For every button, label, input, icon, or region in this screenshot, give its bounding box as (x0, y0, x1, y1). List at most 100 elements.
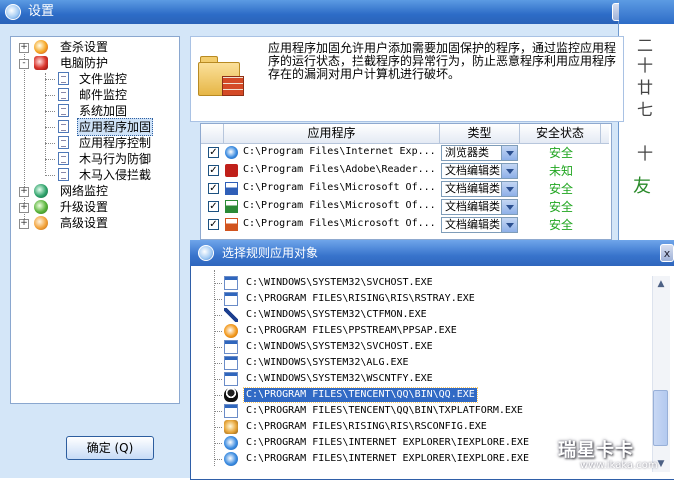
pdf-icon (225, 164, 238, 177)
list-item[interactable]: C:\PROGRAM FILES\RISING\RIS\RSTRAY.EXE (200, 291, 652, 307)
ie-icon (224, 436, 238, 450)
background-char: 十 (637, 144, 654, 163)
list-item[interactable]: C:\WINDOWS\SYSTEM32\WSCNTFY.EXE (200, 371, 652, 387)
window-title: 设置 (28, 4, 55, 19)
tree-guide-line (45, 73, 46, 173)
chevron-down-icon[interactable] (501, 218, 517, 232)
site-watermark: 瑞星卡卡 www.ikaka.com (558, 436, 670, 474)
tree-guide-line (45, 111, 55, 112)
tree-guide-line (45, 175, 55, 176)
background-char: 廿 (637, 78, 654, 97)
type-select[interactable]: 文档编辑类 (441, 199, 518, 215)
list-item[interactable]: C:\WINDOWS\SYSTEM32\CTFMON.EXE (200, 307, 652, 323)
process-path: C:\PROGRAM FILES\TENCENT\QQ\BIN\TXPLATFO… (246, 405, 523, 416)
process-path: C:\WINDOWS\SYSTEM32\SVCHOST.EXE (246, 277, 433, 288)
dialog-titlebar[interactable]: 选择规则应用对象 x (190, 240, 674, 266)
list-item[interactable]: C:\WINDOWS\SYSTEM32\SVCHOST.EXE (200, 339, 652, 355)
tree-guide-line (45, 79, 55, 80)
process-path: C:\PROGRAM FILES\INTERNET EXPLORER\IEXPL… (246, 437, 529, 448)
app-logo-icon (5, 4, 21, 20)
app-checkbox[interactable]: ✓ (208, 165, 219, 176)
word-icon (225, 182, 238, 195)
watermark-brand: 瑞星卡卡 (558, 440, 634, 461)
settings-tree[interactable]: + 查杀设置 - 电脑防护 文件监控 邮件监控 系统加固 应用程序加固 应用程序… (10, 36, 180, 404)
background-char: 友 (633, 176, 651, 197)
app-checkbox[interactable]: ✓ (208, 183, 219, 194)
tree-guide-line (214, 443, 222, 444)
computer-shield-icon (34, 56, 48, 70)
window-icon (224, 292, 238, 306)
tree-guide-line (214, 395, 222, 396)
dialog-close-button[interactable]: x (660, 244, 674, 262)
list-item[interactable]: C:\PROGRAM FILES\RISING\RIS\RSCONFIG.EXE (200, 419, 652, 435)
type-select[interactable]: 文档编辑类 (441, 217, 518, 233)
protected-apps-grid[interactable]: 应用程序 类型 安全状态 ✓ C:\Program Files\Internet… (200, 123, 612, 240)
type-select-value: 文档编辑类 (445, 218, 500, 231)
ppt-icon (225, 218, 238, 231)
app-path: C:\Program Files\Microsoft Of... (243, 182, 436, 193)
tree-guide-line (45, 159, 55, 160)
process-path: C:\PROGRAM FILES\PPSTREAM\PPSAP.EXE (246, 325, 457, 336)
background-window-titlebar (619, 0, 674, 24)
expand-toggle[interactable]: + (19, 187, 29, 197)
chevron-down-icon[interactable] (501, 200, 517, 214)
ok-button[interactable]: 确定 (Q) (66, 436, 154, 460)
process-path: C:\WINDOWS\SYSTEM32\SVCHOST.EXE (246, 341, 433, 352)
chevron-down-icon[interactable] (501, 146, 517, 160)
tree-item-label: 系统加固 (79, 104, 128, 118)
process-path: C:\PROGRAM FILES\INTERNET EXPLORER\IEXPL… (246, 453, 529, 464)
list-item[interactable]: C:\WINDOWS\SYSTEM32\ALG.EXE (200, 355, 652, 371)
ie-icon (224, 452, 238, 466)
tree-guide-line (45, 95, 55, 96)
app-checkbox[interactable]: ✓ (208, 201, 219, 212)
gear-icon (34, 216, 48, 230)
type-select-value: 文档编辑类 (445, 182, 500, 195)
type-select[interactable]: 文档编辑类 (441, 181, 518, 197)
tree-guide-line (214, 363, 222, 364)
expand-toggle[interactable]: + (19, 43, 29, 53)
tree-guide-line (214, 315, 222, 316)
expand-toggle[interactable]: + (19, 219, 29, 229)
list-item[interactable]: C:\PROGRAM FILES\PPSTREAM\PPSAP.EXE (200, 323, 652, 339)
security-state: 未知 (548, 164, 573, 178)
table-row[interactable]: ✓ C:\Program Files\Microsoft Of... 文档编辑类… (201, 216, 609, 234)
app-checkbox[interactable]: ✓ (208, 147, 219, 158)
chevron-down-icon[interactable] (501, 164, 517, 178)
table-row[interactable]: ✓ C:\Program Files\Microsoft Of... 文档编辑类… (201, 180, 609, 198)
grid-header-filler (601, 124, 609, 144)
security-state: 安全 (548, 182, 573, 196)
tree-guide-line (214, 347, 222, 348)
type-select-value: 浏览器类 (445, 146, 489, 159)
document-icon (58, 168, 69, 181)
tree-item-label: 查杀设置 (60, 40, 109, 54)
process-path: C:\WINDOWS\SYSTEM32\CTFMON.EXE (246, 309, 427, 320)
collapse-toggle[interactable]: - (19, 59, 29, 69)
scroll-up-icon[interactable]: ▲ (653, 276, 669, 292)
chevron-down-icon[interactable] (501, 182, 517, 196)
table-row[interactable]: ✓ C:\Program Files\Adobe\Reader... 文档编辑类… (201, 162, 609, 180)
settings-titlebar[interactable]: 设置 x (0, 0, 634, 24)
tree-item-label-selected: 应用程序加固 (77, 118, 154, 136)
ie-icon (225, 146, 238, 159)
grid-header-type[interactable]: 类型 (440, 124, 520, 144)
tree-guide-line (45, 143, 55, 144)
list-item-selected[interactable]: C:\PROGRAM FILES\TENCENT\QQ\BIN\QQ.EXE (200, 387, 652, 403)
tree-guide-line (214, 379, 222, 380)
app-path: C:\Program Files\Microsoft Of... (243, 200, 436, 211)
tree-item-label: 木马行为防御 (79, 152, 152, 166)
excel-icon (225, 200, 238, 213)
table-row[interactable]: ✓ C:\Program Files\Microsoft Of... 文档编辑类… (201, 198, 609, 216)
tree-item-label: 升级设置 (60, 200, 109, 214)
type-select[interactable]: 浏览器类 (441, 145, 518, 161)
list-item[interactable]: C:\WINDOWS\SYSTEM32\SVCHOST.EXE (200, 275, 652, 291)
table-row[interactable]: ✓ C:\Program Files\Internet Exp... 浏览器类 … (201, 144, 609, 162)
grid-header-state[interactable]: 安全状态 (520, 124, 601, 144)
pen-icon (224, 308, 238, 322)
type-select[interactable]: 文档编辑类 (441, 163, 518, 179)
window-icon (224, 340, 238, 354)
process-path: C:\WINDOWS\SYSTEM32\WSCNTFY.EXE (246, 373, 433, 384)
app-checkbox[interactable]: ✓ (208, 219, 219, 230)
grid-header-app[interactable]: 应用程序 (224, 124, 440, 144)
expand-toggle[interactable]: + (19, 203, 29, 213)
list-item[interactable]: C:\PROGRAM FILES\TENCENT\QQ\BIN\TXPLATFO… (200, 403, 652, 419)
